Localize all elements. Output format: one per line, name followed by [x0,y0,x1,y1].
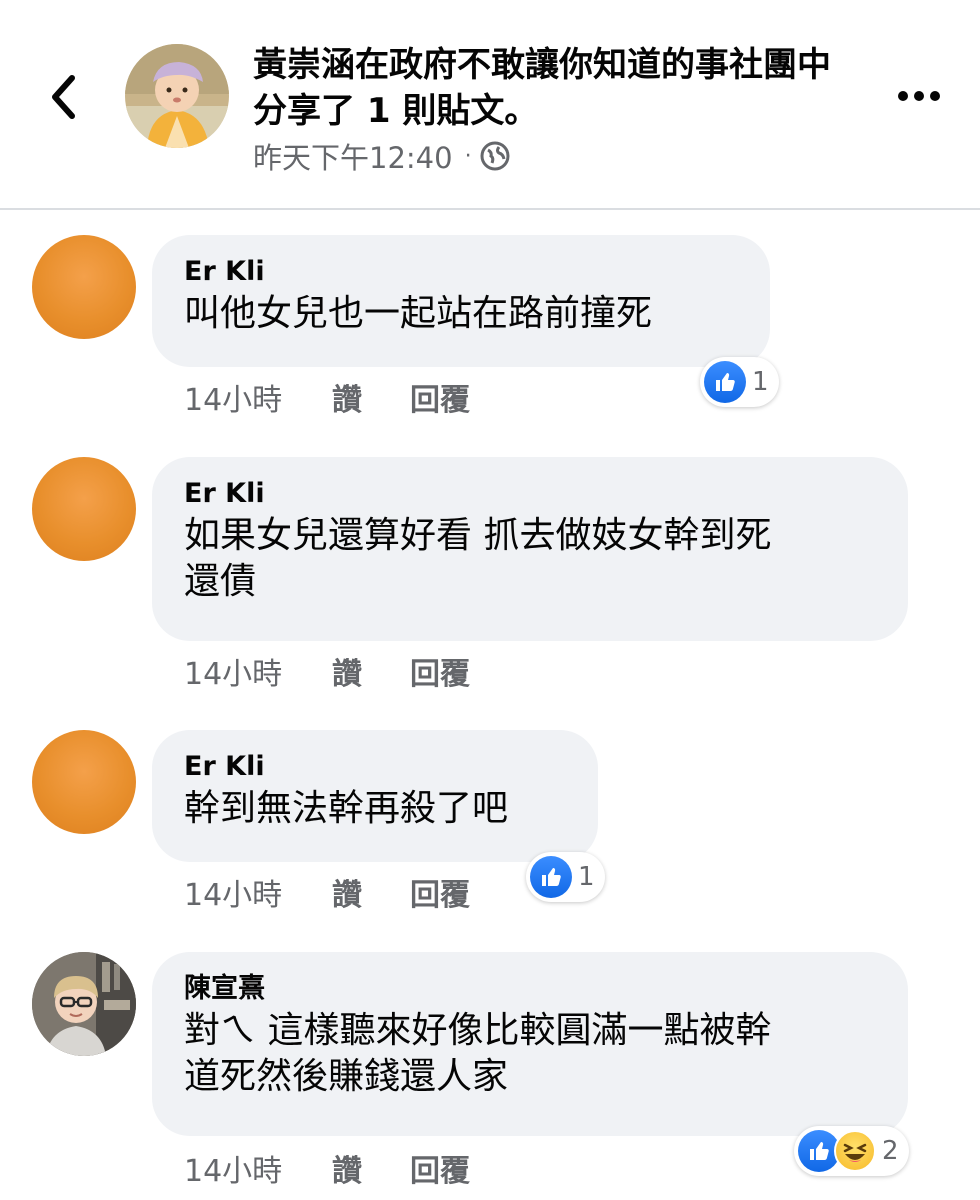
reaction-summary[interactable]: 1 [526,852,605,902]
reaction-count: 2 [882,1136,899,1166]
commenter-avatar[interactable] [32,730,136,834]
comment-text: 幹到無法幹再殺了吧 [184,788,509,829]
like-reaction-icon [704,361,746,403]
like-button[interactable]: 讚 [332,1146,410,1190]
comment-time[interactable]: 14小時 [184,1146,332,1190]
reply-button[interactable]: 回覆 [410,375,470,419]
comment-bubble: 陳宣熹 對ㄟ 這樣聽來好像比較圓滿一點被幹 道死然後賺錢還人家 [152,952,908,1136]
comment-text: 道死然後賺錢還人家 [184,1056,509,1097]
commenter-name[interactable]: Er Kli [184,253,738,291]
reply-button[interactable]: 回覆 [410,1146,470,1190]
like-button[interactable]: 讚 [332,870,410,914]
like-button[interactable]: 讚 [332,649,410,693]
comment-actions: 14小時 讚 回覆 [184,1146,470,1190]
chevron-left-icon [52,75,75,119]
comment-text: 如果女兒還算好看 抓去做妓女幹到死 [184,515,772,556]
comment-actions: 14小時 讚 回覆 [184,870,470,914]
more-horizontal-icon [898,91,940,101]
comment-time[interactable]: 14小時 [184,375,332,419]
commenter-name[interactable]: Er Kli [184,748,566,786]
comment-actions: 14小時 讚 回覆 [184,375,470,419]
like-reaction-icon [530,856,572,898]
comment-text: 叫他女兒也一起站在路前撞死 [184,293,653,334]
comment-bubble: Er Kli 如果女兒還算好看 抓去做妓女幹到死 還債 [152,457,908,641]
reply-button[interactable]: 回覆 [410,649,470,693]
more-options-button[interactable] [888,76,950,116]
comment-time[interactable]: 14小時 [184,870,332,914]
reaction-summary[interactable]: 1 [700,357,779,407]
comment-actions: 14小時 讚 回覆 [184,649,470,693]
post-title[interactable]: 黃崇涵在政府不敢讓你知道的事社團中分享了 1 則貼文。 [253,42,863,134]
commenter-name[interactable]: 陳宣熹 [184,970,876,1008]
comment-bubble: Er Kli 叫他女兒也一起站在路前撞死 [152,235,770,367]
commenter-avatar[interactable] [32,235,136,339]
back-button[interactable] [38,70,88,124]
meta-separator: · [464,143,472,169]
reaction-count: 1 [578,862,595,892]
commenter-avatar[interactable] [32,457,136,561]
comment-bubble: Er Kli 幹到無法幹再殺了吧 [152,730,598,862]
poster-avatar[interactable] [125,44,229,148]
globe-icon [480,141,510,171]
commenter-avatar[interactable] [32,952,136,1056]
reaction-count: 1 [752,367,769,397]
comment-time[interactable]: 14小時 [184,649,332,693]
reaction-summary[interactable]: 2 [794,1126,909,1176]
post-header: 黃崇涵在政府不敢讓你知道的事社團中分享了 1 則貼文。 昨天下午12:40 · [0,0,980,210]
like-button[interactable]: 讚 [332,375,410,419]
haha-reaction-icon [834,1130,876,1172]
comment-text: 還債 [184,561,257,602]
reply-button[interactable]: 回覆 [410,870,470,914]
post-meta: 昨天下午12:40 · [253,136,510,176]
post-time[interactable]: 昨天下午12:40 [253,135,453,177]
commenter-name[interactable]: Er Kli [184,475,876,513]
comment-text: 對ㄟ 這樣聽來好像比較圓滿一點被幹 [184,1010,772,1051]
